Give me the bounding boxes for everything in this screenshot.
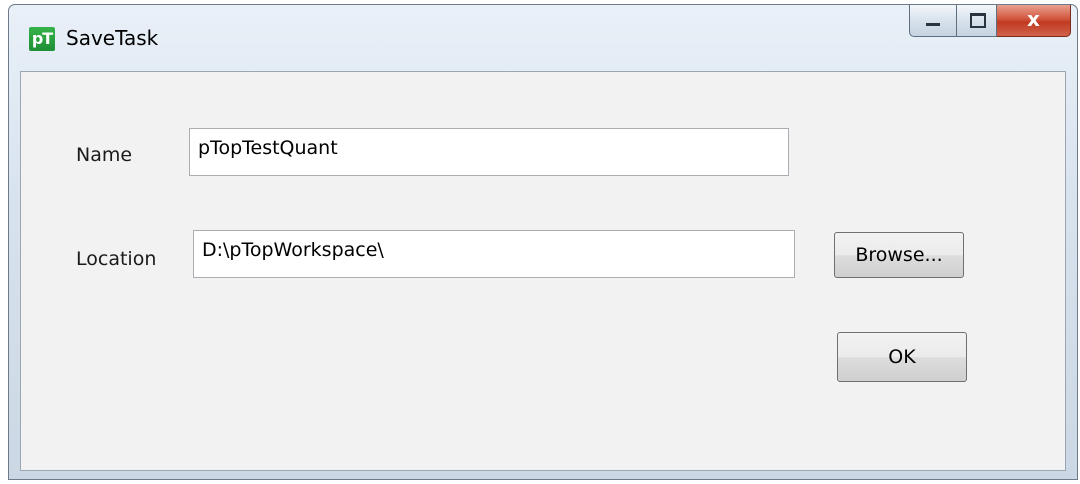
- app-icon: pT: [29, 27, 55, 51]
- title-bar[interactable]: pT SaveTask x: [9, 5, 1077, 71]
- location-field[interactable]: D:\pTopWorkspace\: [193, 230, 795, 278]
- location-label: Location: [76, 248, 157, 270]
- maximize-icon: [970, 13, 986, 28]
- close-button[interactable]: x: [997, 5, 1071, 37]
- name-label: Name: [76, 144, 133, 166]
- savetask-dialog: pT SaveTask x Name pTopTestQuant Locatio…: [8, 4, 1078, 480]
- close-icon: x: [1027, 7, 1040, 31]
- minimize-icon: [926, 23, 940, 26]
- maximize-button[interactable]: [957, 5, 997, 37]
- ok-button[interactable]: OK: [837, 332, 967, 382]
- dialog-body: Name pTopTestQuant Location D:\pTopWorks…: [20, 71, 1066, 471]
- name-field[interactable]: pTopTestQuant: [189, 128, 789, 176]
- minimize-button[interactable]: [909, 5, 957, 37]
- caption-buttons: x: [909, 5, 1071, 41]
- browse-button[interactable]: Browse...: [834, 232, 964, 278]
- window-title: SaveTask: [66, 26, 159, 50]
